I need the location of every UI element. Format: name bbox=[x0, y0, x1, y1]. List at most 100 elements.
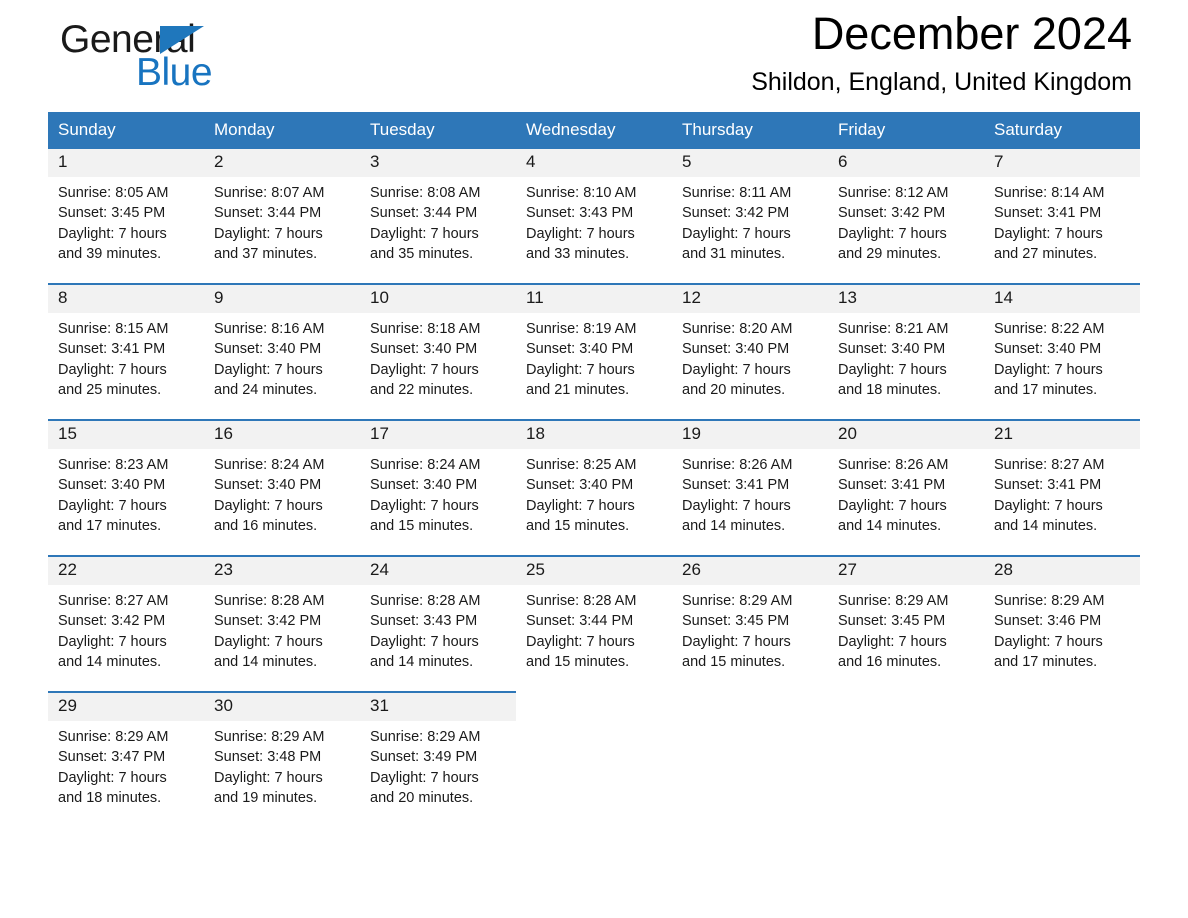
day-cell[interactable]: Sunrise: 8:12 AM Sunset: 3:42 PM Dayligh… bbox=[828, 176, 984, 284]
day-cell[interactable]: Sunrise: 8:08 AM Sunset: 3:44 PM Dayligh… bbox=[360, 176, 516, 284]
day-number[interactable]: 24 bbox=[360, 555, 516, 585]
daylight-text-line2: and 33 minutes. bbox=[526, 246, 630, 263]
day-number[interactable]: 10 bbox=[360, 283, 516, 313]
day-cell[interactable]: Sunrise: 8:10 AM Sunset: 3:43 PM Dayligh… bbox=[516, 176, 672, 284]
sunset-text: Sunset: 3:40 PM bbox=[370, 341, 478, 358]
day-number[interactable]: 19 bbox=[672, 419, 828, 449]
daylight-text-line2: and 37 minutes. bbox=[214, 246, 318, 263]
empty-day-cell bbox=[984, 692, 1140, 721]
day-cell[interactable]: Sunrise: 8:05 AM Sunset: 3:45 PM Dayligh… bbox=[48, 176, 204, 284]
title-block: December 2024 Shildon, England, United K… bbox=[751, 8, 1132, 97]
empty-day-cell bbox=[828, 692, 984, 721]
daylight-text-line1: Daylight: 7 hours bbox=[214, 225, 323, 242]
page-header: General Blue December 2024 Shildon, Engl… bbox=[48, 0, 1140, 112]
day-number[interactable]: 5 bbox=[672, 149, 828, 177]
day-cell[interactable]: Sunrise: 8:26 AM Sunset: 3:41 PM Dayligh… bbox=[672, 448, 828, 556]
day-number[interactable]: 26 bbox=[672, 555, 828, 585]
sunrise-text: Sunrise: 8:07 AM bbox=[214, 184, 325, 201]
day-number[interactable]: 27 bbox=[828, 555, 984, 585]
day-number[interactable]: 25 bbox=[516, 555, 672, 585]
dow-header-monday: Monday bbox=[204, 112, 360, 149]
sunrise-text: Sunrise: 8:15 AM bbox=[58, 320, 169, 337]
day-cell[interactable]: Sunrise: 8:14 AM Sunset: 3:41 PM Dayligh… bbox=[984, 176, 1140, 284]
sunrise-text: Sunrise: 8:29 AM bbox=[58, 728, 169, 745]
daylight-text-line1: Daylight: 7 hours bbox=[682, 225, 791, 242]
day-cell[interactable]: Sunrise: 8:29 AM Sunset: 3:46 PM Dayligh… bbox=[984, 584, 1140, 692]
week-date-row: 22 23 24 25 26 27 28 bbox=[48, 555, 1140, 585]
day-number[interactable]: 11 bbox=[516, 283, 672, 313]
sunrise-text: Sunrise: 8:22 AM bbox=[994, 320, 1105, 337]
day-number[interactable]: 4 bbox=[516, 149, 672, 177]
day-cell[interactable]: Sunrise: 8:07 AM Sunset: 3:44 PM Dayligh… bbox=[204, 176, 360, 284]
day-number[interactable]: 1 bbox=[48, 149, 204, 177]
day-cell[interactable]: Sunrise: 8:15 AM Sunset: 3:41 PM Dayligh… bbox=[48, 312, 204, 420]
calendar-table: Sunday Monday Tuesday Wednesday Thursday… bbox=[48, 112, 1140, 827]
daylight-text-line2: and 31 minutes. bbox=[682, 246, 786, 263]
day-cell[interactable]: Sunrise: 8:16 AM Sunset: 3:40 PM Dayligh… bbox=[204, 312, 360, 420]
day-cell[interactable]: Sunrise: 8:26 AM Sunset: 3:41 PM Dayligh… bbox=[828, 448, 984, 556]
day-number[interactable]: 30 bbox=[204, 691, 360, 721]
day-number[interactable]: 14 bbox=[984, 283, 1140, 313]
daylight-text-line2: and 21 minutes. bbox=[526, 382, 630, 399]
daylight-text-line1: Daylight: 7 hours bbox=[838, 361, 947, 378]
day-cell[interactable]: Sunrise: 8:19 AM Sunset: 3:40 PM Dayligh… bbox=[516, 312, 672, 420]
day-cell[interactable]: Sunrise: 8:27 AM Sunset: 3:41 PM Dayligh… bbox=[984, 448, 1140, 556]
day-number[interactable]: 15 bbox=[48, 419, 204, 449]
sunset-text: Sunset: 3:44 PM bbox=[370, 205, 478, 222]
daylight-text-line1: Daylight: 7 hours bbox=[214, 633, 323, 650]
day-cell[interactable]: Sunrise: 8:24 AM Sunset: 3:40 PM Dayligh… bbox=[204, 448, 360, 556]
day-cell[interactable]: Sunrise: 8:23 AM Sunset: 3:40 PM Dayligh… bbox=[48, 448, 204, 556]
day-cell[interactable]: Sunrise: 8:20 AM Sunset: 3:40 PM Dayligh… bbox=[672, 312, 828, 420]
day-cell[interactable]: Sunrise: 8:11 AM Sunset: 3:42 PM Dayligh… bbox=[672, 176, 828, 284]
day-cell[interactable]: Sunrise: 8:29 AM Sunset: 3:49 PM Dayligh… bbox=[360, 720, 516, 827]
day-number[interactable]: 20 bbox=[828, 419, 984, 449]
day-cell[interactable]: Sunrise: 8:29 AM Sunset: 3:48 PM Dayligh… bbox=[204, 720, 360, 827]
day-number[interactable]: 9 bbox=[204, 283, 360, 313]
day-cell[interactable]: Sunrise: 8:28 AM Sunset: 3:42 PM Dayligh… bbox=[204, 584, 360, 692]
day-number[interactable]: 6 bbox=[828, 149, 984, 177]
daylight-text-line1: Daylight: 7 hours bbox=[994, 497, 1103, 514]
daylight-text-line1: Daylight: 7 hours bbox=[994, 633, 1103, 650]
daylight-text-line1: Daylight: 7 hours bbox=[58, 769, 167, 786]
day-cell[interactable]: Sunrise: 8:25 AM Sunset: 3:40 PM Dayligh… bbox=[516, 448, 672, 556]
daylight-text-line1: Daylight: 7 hours bbox=[370, 769, 479, 786]
sunset-text: Sunset: 3:43 PM bbox=[526, 205, 634, 222]
day-cell[interactable]: Sunrise: 8:29 AM Sunset: 3:45 PM Dayligh… bbox=[672, 584, 828, 692]
day-number[interactable]: 16 bbox=[204, 419, 360, 449]
day-cell[interactable]: Sunrise: 8:28 AM Sunset: 3:44 PM Dayligh… bbox=[516, 584, 672, 692]
day-number[interactable]: 18 bbox=[516, 419, 672, 449]
day-cell[interactable]: Sunrise: 8:21 AM Sunset: 3:40 PM Dayligh… bbox=[828, 312, 984, 420]
day-number[interactable]: 17 bbox=[360, 419, 516, 449]
day-of-week-header-row: Sunday Monday Tuesday Wednesday Thursday… bbox=[48, 112, 1140, 149]
sunset-text: Sunset: 3:40 PM bbox=[370, 477, 478, 494]
day-number[interactable]: 28 bbox=[984, 555, 1140, 585]
dow-header-sunday: Sunday bbox=[48, 112, 204, 149]
daylight-text-line2: and 27 minutes. bbox=[994, 246, 1098, 263]
day-cell[interactable]: Sunrise: 8:27 AM Sunset: 3:42 PM Dayligh… bbox=[48, 584, 204, 692]
week-info-row: Sunrise: 8:23 AM Sunset: 3:40 PM Dayligh… bbox=[48, 448, 1140, 556]
day-number[interactable]: 23 bbox=[204, 555, 360, 585]
day-cell[interactable]: Sunrise: 8:18 AM Sunset: 3:40 PM Dayligh… bbox=[360, 312, 516, 420]
daylight-text-line1: Daylight: 7 hours bbox=[370, 225, 479, 242]
day-number[interactable]: 13 bbox=[828, 283, 984, 313]
daylight-text-line1: Daylight: 7 hours bbox=[58, 497, 167, 514]
daylight-text-line1: Daylight: 7 hours bbox=[682, 633, 791, 650]
day-cell[interactable]: Sunrise: 8:28 AM Sunset: 3:43 PM Dayligh… bbox=[360, 584, 516, 692]
day-number[interactable]: 22 bbox=[48, 555, 204, 585]
day-number[interactable]: 29 bbox=[48, 691, 204, 721]
week-date-row: 8 9 10 11 12 13 14 bbox=[48, 283, 1140, 313]
day-cell[interactable]: Sunrise: 8:24 AM Sunset: 3:40 PM Dayligh… bbox=[360, 448, 516, 556]
day-number[interactable]: 12 bbox=[672, 283, 828, 313]
day-cell[interactable]: Sunrise: 8:29 AM Sunset: 3:45 PM Dayligh… bbox=[828, 584, 984, 692]
day-number[interactable]: 7 bbox=[984, 149, 1140, 177]
daylight-text-line1: Daylight: 7 hours bbox=[526, 633, 635, 650]
sunrise-text: Sunrise: 8:19 AM bbox=[526, 320, 637, 337]
day-number[interactable]: 31 bbox=[360, 691, 516, 721]
day-number[interactable]: 21 bbox=[984, 419, 1140, 449]
day-number[interactable]: 8 bbox=[48, 283, 204, 313]
day-number[interactable]: 3 bbox=[360, 149, 516, 177]
day-cell[interactable]: Sunrise: 8:22 AM Sunset: 3:40 PM Dayligh… bbox=[984, 312, 1140, 420]
day-cell[interactable]: Sunrise: 8:29 AM Sunset: 3:47 PM Dayligh… bbox=[48, 720, 204, 827]
daylight-text-line2: and 18 minutes. bbox=[838, 382, 942, 399]
day-number[interactable]: 2 bbox=[204, 149, 360, 177]
